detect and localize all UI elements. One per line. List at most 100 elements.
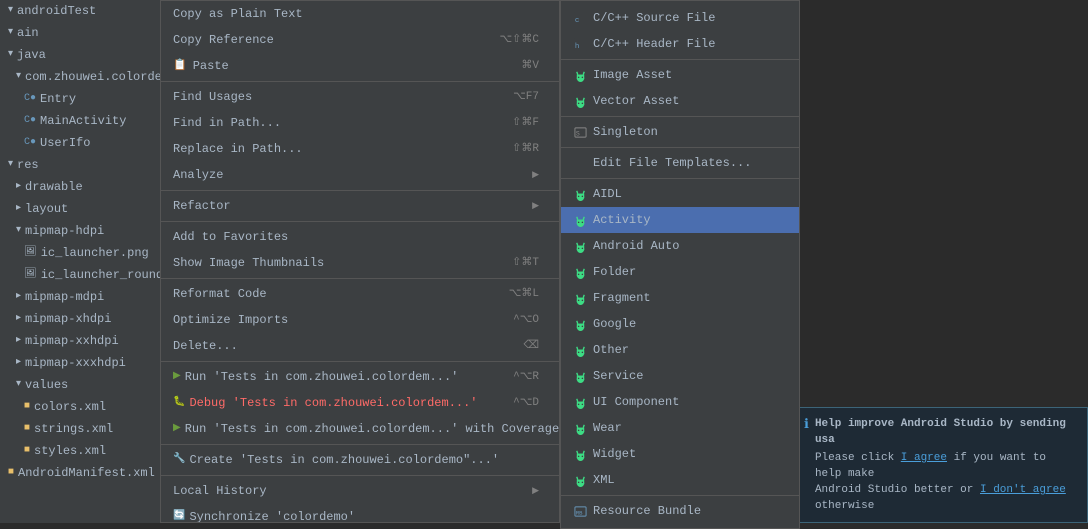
sidebar-item-userifo[interactable]: C● UserIfo xyxy=(0,132,160,154)
singleton-icon: S xyxy=(573,125,587,139)
menu-delete[interactable]: Delete... ⌫ xyxy=(161,333,559,359)
menu-replace-in-path[interactable]: Replace in Path... ⇧⌘R xyxy=(161,136,559,162)
sidebar-item-values[interactable]: ▾ values xyxy=(0,374,160,396)
android-icon xyxy=(573,291,587,305)
svg-text:S: S xyxy=(575,130,579,137)
android-icon xyxy=(573,343,587,357)
submenu-android-auto[interactable]: Android Auto xyxy=(561,233,799,259)
menu-separator xyxy=(161,444,559,445)
submenu-folder[interactable]: Folder xyxy=(561,259,799,285)
menu-debug-tests[interactable]: 🐛 Debug 'Tests in com.zhouwei.colordem..… xyxy=(161,390,559,416)
sidebar-item-androidtest[interactable]: ▾ androidTest xyxy=(0,0,160,22)
menu-run-with-coverage[interactable]: ▶ Run 'Tests in com.zhouwei.colordem...'… xyxy=(161,416,559,442)
sidebar-item-colors[interactable]: ■ colors.xml xyxy=(0,396,160,418)
h-file-icon: h xyxy=(573,37,587,51)
android-icon xyxy=(573,213,587,227)
menu-reformat-code[interactable]: Reformat Code ⌥⌘L xyxy=(161,281,559,307)
resource-bundle-icon: RB xyxy=(573,504,587,518)
sidebar-item-entry[interactable]: C● Entry xyxy=(0,88,160,110)
help-body: Please click I agree if you want to help… xyxy=(815,450,1077,514)
submenu-separator xyxy=(561,147,799,148)
menu-find-usages[interactable]: Find Usages ⌥F7 xyxy=(161,84,559,110)
android-icon xyxy=(573,317,587,331)
submenu-activity[interactable]: Activity xyxy=(561,207,799,233)
sidebar-item-package[interactable]: ▾ com.zhouwei.colorden xyxy=(0,66,160,88)
android-icon xyxy=(573,239,587,253)
android-icon xyxy=(573,369,587,383)
submenu-service[interactable]: Service xyxy=(561,363,799,389)
folder-icon: ▸ xyxy=(16,288,21,306)
xml-file-icon: ■ xyxy=(24,398,30,416)
menu-create-tests[interactable]: 🔧 Create 'Tests in com.zhouwei.colordemo… xyxy=(161,447,559,473)
sidebar-item-mipmap-xxhdpi[interactable]: ▸ mipmap-xxhdpi xyxy=(0,330,160,352)
menu-show-thumbnails[interactable]: Show Image Thumbnails ⇧⌘T xyxy=(161,250,559,276)
context-menu-left: Copy as Plain Text Copy Reference ⌥⇧⌘C 📋… xyxy=(160,0,560,523)
folder-icon: ▾ xyxy=(8,46,13,64)
submenu-separator xyxy=(561,495,799,496)
menu-optimize-imports[interactable]: Optimize Imports ^⌥O xyxy=(161,307,559,333)
menu-analyze[interactable]: Analyze xyxy=(161,162,559,188)
create-icon: 🔧 xyxy=(173,450,185,470)
submenu-google[interactable]: Google xyxy=(561,311,799,337)
submenu-image-asset[interactable]: Image Asset xyxy=(561,62,799,88)
folder-icon: ▸ xyxy=(16,200,21,218)
submenu-wear[interactable]: Wear xyxy=(561,415,799,441)
class-icon: C● xyxy=(24,90,36,108)
android-icon xyxy=(573,94,587,108)
submenu-cpp-header[interactable]: h C/C++ Header File xyxy=(561,31,799,57)
sidebar-item-layout[interactable]: ▸ layout xyxy=(0,198,160,220)
submenu-separator xyxy=(561,178,799,179)
image-file-icon: 🖼 xyxy=(24,266,37,284)
menu-add-favorites[interactable]: Add to Favorites xyxy=(161,224,559,250)
agree-link[interactable]: I agree xyxy=(901,452,947,464)
menu-synchronize[interactable]: 🔄 Synchronize 'colordemo' xyxy=(161,504,559,523)
sidebar-item-ic-launcher[interactable]: 🖼 ic_launcher.png xyxy=(0,242,160,264)
sidebar-item-mipmap-xhdpi[interactable]: ▸ mipmap-xhdpi xyxy=(0,308,160,330)
sidebar-item-mipmap-hdpi[interactable]: ▾ mipmap-hdpi xyxy=(0,220,160,242)
submenu-xml[interactable]: XML xyxy=(561,467,799,493)
class-icon: C● xyxy=(24,112,36,130)
submenu-aidl[interactable]: AIDL xyxy=(561,181,799,207)
menu-local-history[interactable]: Local History xyxy=(161,478,559,504)
sidebar-item-styles[interactable]: ■ styles.xml xyxy=(0,440,160,462)
menu-paste[interactable]: 📋 Paste ⌘V xyxy=(161,53,559,79)
svg-text:c: c xyxy=(574,17,578,25)
folder-icon: ▾ xyxy=(16,376,21,394)
xml-file-icon: ■ xyxy=(8,464,14,482)
android-icon xyxy=(573,395,587,409)
submenu-fragment[interactable]: Fragment xyxy=(561,285,799,311)
image-file-icon: 🖼 xyxy=(24,244,37,262)
menu-separator xyxy=(161,475,559,476)
svg-text:h: h xyxy=(574,43,578,51)
android-icon xyxy=(573,447,587,461)
sidebar-item-mipmap-xxxhdpi[interactable]: ▸ mipmap-xxxhdpi xyxy=(0,352,160,374)
submenu-cpp-source[interactable]: c C/C++ Source File xyxy=(561,5,799,31)
submenu-other[interactable]: Other xyxy=(561,337,799,363)
disagree-link[interactable]: I don't agree xyxy=(980,484,1066,496)
submenu-ui-component[interactable]: UI Component xyxy=(561,389,799,415)
sidebar-item-ain[interactable]: ▾ ain xyxy=(0,22,160,44)
menu-copy-reference[interactable]: Copy Reference ⌥⇧⌘C xyxy=(161,27,559,53)
sidebar-item-drawable[interactable]: ▸ drawable xyxy=(0,176,160,198)
menu-refactor[interactable]: Refactor xyxy=(161,193,559,219)
folder-icon: ▾ xyxy=(8,24,13,42)
android-icon xyxy=(573,421,587,435)
submenu-singleton[interactable]: S Singleton xyxy=(561,119,799,145)
submenu-resource-bundle[interactable]: RB Resource Bundle xyxy=(561,498,799,524)
android-icon xyxy=(573,265,587,279)
menu-copy-plain-text[interactable]: Copy as Plain Text xyxy=(161,1,559,27)
sidebar-item-strings[interactable]: ■ strings.xml xyxy=(0,418,160,440)
sidebar-item-ic-launcher-round[interactable]: 🖼 ic_launcher_round. xyxy=(0,264,160,286)
sidebar-item-androidmanifest[interactable]: ■ AndroidManifest.xml xyxy=(0,462,160,484)
sidebar-item-mipmap-mdpi[interactable]: ▸ mipmap-mdpi xyxy=(0,286,160,308)
folder-icon: ▸ xyxy=(16,354,21,372)
sidebar-item-res[interactable]: ▾ res xyxy=(0,154,160,176)
sidebar-item-java[interactable]: ▾ java xyxy=(0,44,160,66)
menu-run-tests[interactable]: ▶ Run 'Tests in com.zhouwei.colordem...'… xyxy=(161,364,559,390)
folder-icon: ▾ xyxy=(8,2,13,20)
sidebar-item-mainactivity[interactable]: C● MainActivity xyxy=(0,110,160,132)
submenu-edit-file-templates[interactable]: Edit File Templates... xyxy=(561,150,799,176)
menu-find-in-path[interactable]: Find in Path... ⇧⌘F xyxy=(161,110,559,136)
submenu-vector-asset[interactable]: Vector Asset xyxy=(561,88,799,114)
submenu-widget[interactable]: Widget xyxy=(561,441,799,467)
